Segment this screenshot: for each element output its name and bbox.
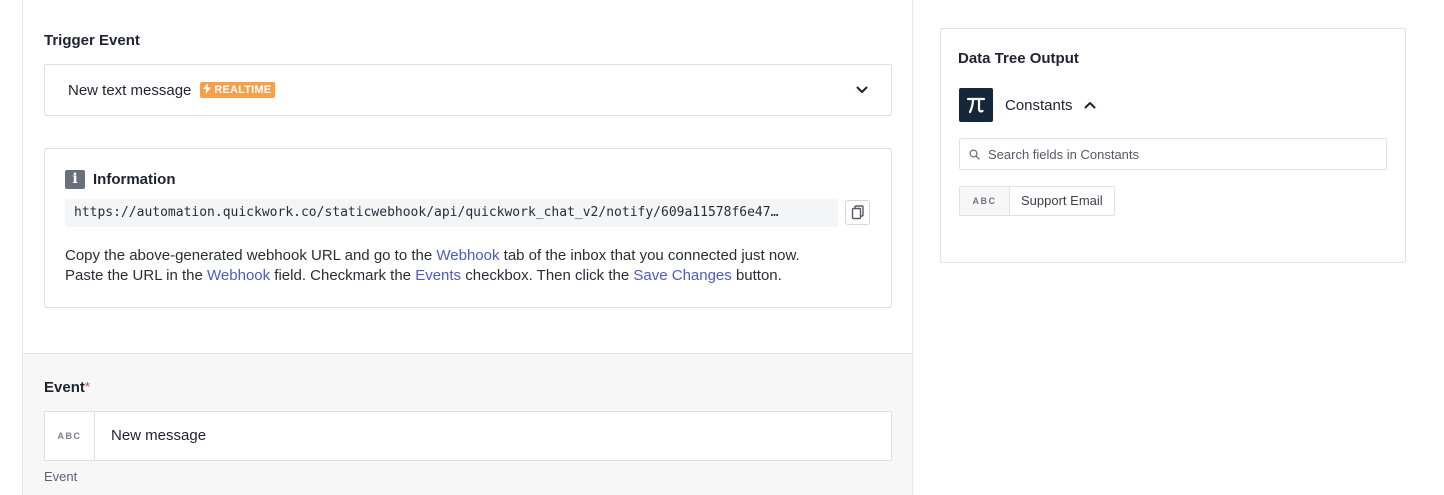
- trigger-event-value: New text message: [68, 82, 192, 99]
- information-instructions: Copy the above-generated webhook URL and…: [65, 246, 875, 286]
- trigger-event-select[interactable]: New text message REALTIME: [44, 64, 892, 116]
- information-box: i Information https://automation.quickwo…: [44, 148, 892, 308]
- realtime-badge-label: REALTIME: [214, 84, 272, 96]
- text-type-tag: ABC: [960, 187, 1010, 215]
- text-type-tag: ABC: [45, 412, 95, 460]
- trigger-event-label: Trigger Event: [44, 32, 140, 49]
- pi-icon: [966, 97, 986, 114]
- instruction-text: checkbox. Then click the: [461, 267, 634, 284]
- copy-icon: [851, 205, 864, 220]
- instruction-text: button.: [731, 267, 782, 284]
- constants-search-input[interactable]: [988, 139, 1378, 169]
- save-changes-link: Save Changes: [633, 267, 732, 284]
- webhook-url-field[interactable]: https://automation.quickwork.co/staticwe…: [65, 199, 838, 227]
- instruction-text: tab of the inbox that you connected just…: [499, 247, 800, 264]
- chevron-down-icon[interactable]: [855, 83, 869, 97]
- field-chip-label: Support Email: [1021, 193, 1103, 208]
- trigger-config-panel: Trigger Event New text message REALTIME …: [22, 0, 913, 495]
- copy-button[interactable]: [845, 200, 870, 225]
- chevron-up-icon[interactable]: [1083, 98, 1097, 112]
- webhook-link: Webhook: [436, 247, 500, 264]
- event-value: New message: [111, 427, 207, 444]
- lightning-icon: [203, 83, 211, 94]
- trigger-section: Trigger Event New text message REALTIME …: [23, 0, 912, 354]
- instruction-text: Copy the above-generated webhook URL and…: [65, 247, 437, 264]
- required-marker: *: [84, 379, 90, 394]
- field-chip-support-email[interactable]: ABC Support Email: [959, 186, 1115, 216]
- constants-logo: [959, 88, 993, 122]
- constants-search-box[interactable]: [959, 138, 1387, 170]
- realtime-badge: REALTIME: [200, 82, 276, 98]
- constants-group-label[interactable]: Constants: [1005, 97, 1073, 114]
- webhook-field-link: Webhook: [207, 267, 271, 284]
- search-icon: [969, 149, 980, 160]
- info-icon: i: [65, 170, 85, 189]
- data-tree-title: Data Tree Output: [958, 50, 1079, 67]
- event-input[interactable]: ABC New message: [44, 411, 892, 461]
- instruction-text: Paste the URL in the: [65, 267, 208, 284]
- event-label-text: Event: [44, 379, 85, 396]
- event-label: Event*: [44, 379, 90, 396]
- event-hint: Event: [44, 469, 78, 484]
- information-title: Information: [93, 171, 176, 188]
- events-link: Events: [415, 267, 462, 284]
- data-tree-output-panel: Data Tree Output Constants ABC Support E…: [940, 28, 1406, 263]
- instruction-text: field. Checkmark the: [270, 267, 416, 284]
